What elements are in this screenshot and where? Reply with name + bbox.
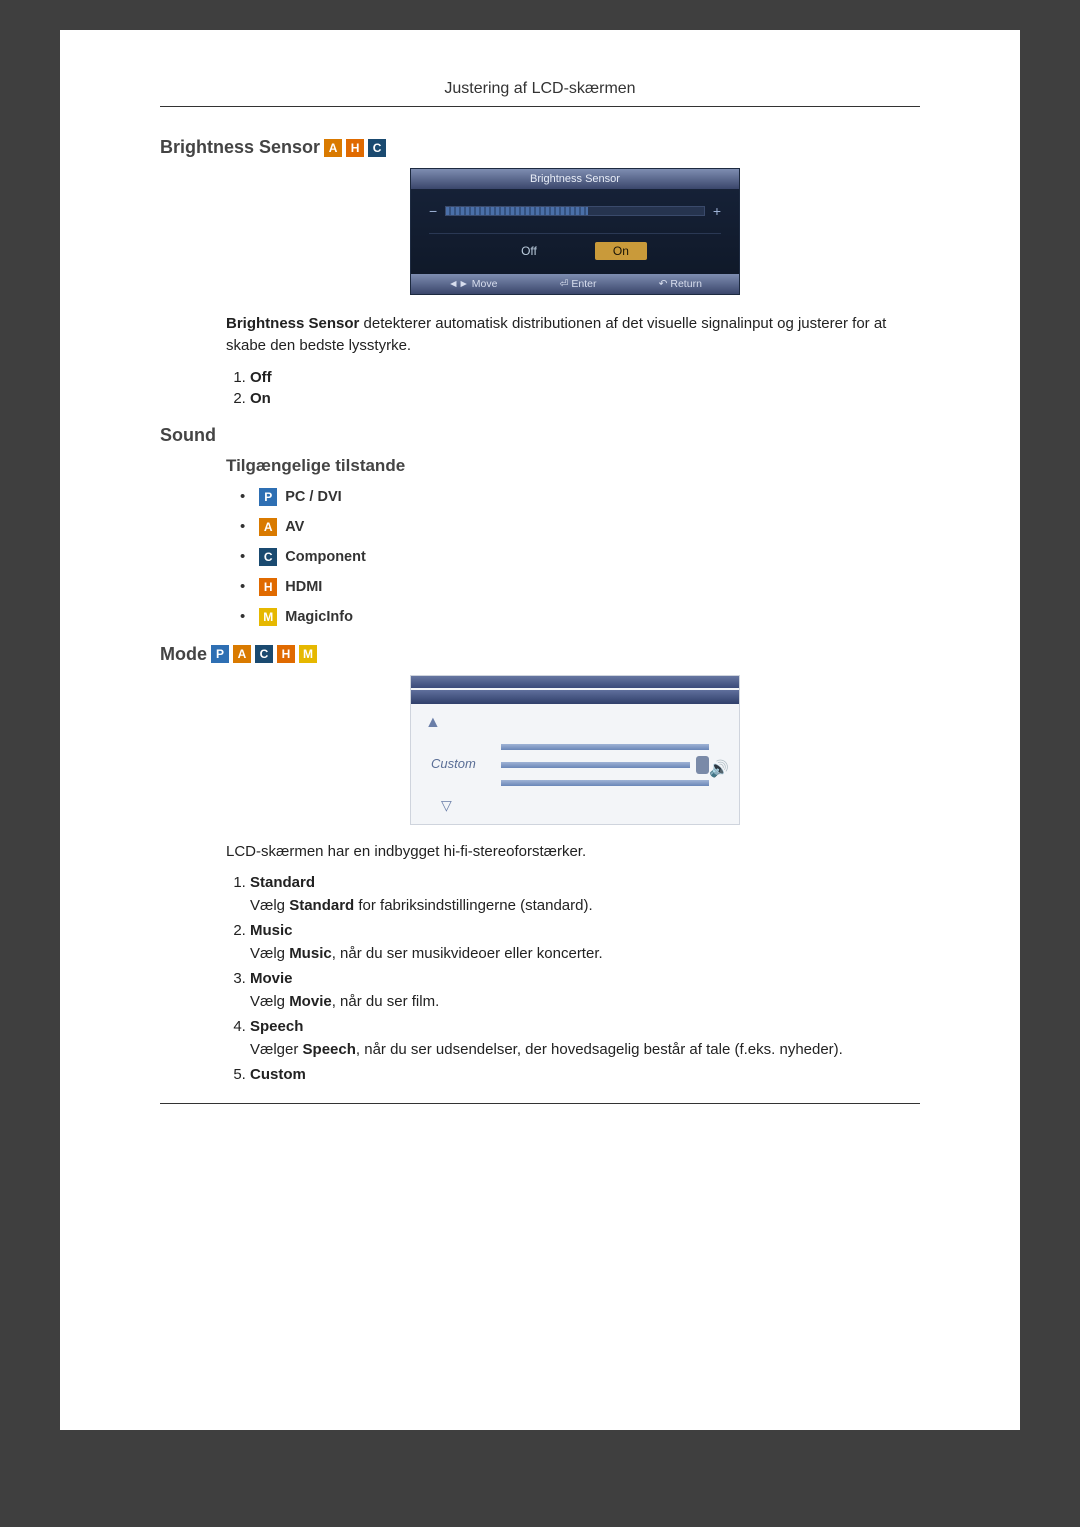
mode-osd-figure: ▲ Custom 🔊 ▽ [410,675,740,825]
sound-label: Sound [160,425,216,446]
osd-foot-move: ◄► Move [448,278,497,290]
badge-m-icon: M [299,645,317,663]
osd-foot-enter: ⏎ Enter [560,278,597,290]
mode-label: PC / DVI [285,489,341,505]
badge-a-icon: A [324,139,342,157]
badge-c-icon: C [368,139,386,157]
mode-label: MagicInfo [285,609,353,625]
mode-figure-label: Custom [431,756,476,771]
osd-off-on-row: Off On [429,242,721,260]
osd-title: Brightness Sensor [411,169,739,189]
mode-item-hdmi: H HDMI [240,578,920,596]
mode-intro: LCD-skærmen har en indbygget hi-fi-stere… [226,841,920,863]
item-head: Music [250,922,293,939]
mode-title-label: Mode [160,644,207,665]
sound-subtitle: Tilgængelige tilstande [226,456,920,476]
item-head: Custom [250,1066,306,1083]
option-on: On [250,390,271,407]
section-sound-title: Sound [160,425,920,446]
item-head: Standard [250,874,315,891]
osd-footer: ◄► Move ⏎ Enter ↶ Return [411,274,739,294]
minus-icon: − [429,203,437,219]
list-item: Off [250,369,920,386]
badge-h-icon: H [346,139,364,157]
section-brightness-sensor-title: Brightness Sensor A H C [160,137,920,158]
badge-a-icon: A [233,645,251,663]
badge-h-icon: H [259,578,277,596]
badge-h-icon: H [277,645,295,663]
list-item-music: Music Vælg Music, når du ser musikvideoe… [250,922,920,962]
mode-label: Component [285,549,366,565]
page-title: Justering af LCD-skærmen [160,80,920,98]
brightness-options-list: Off On [250,369,920,407]
list-item-speech: Speech Vælger Speech, når du ser udsende… [250,1018,920,1058]
mode-label: AV [285,519,304,535]
mode-item-av: A AV [240,518,920,536]
mode-figure-sliders [501,744,709,786]
list-item-custom: Custom [250,1066,920,1083]
list-item-movie: Movie Vælg Movie, når du ser film. [250,970,920,1010]
brightness-sensor-label: Brightness Sensor [160,137,320,158]
mode-label: HDMI [285,579,322,595]
badge-c-icon: C [255,645,273,663]
modes-list: P PC / DVI A AV C Component H HDMI M Mag… [240,488,920,626]
brightness-osd-figure: Brightness Sensor − + Off On ◄► Move ⏎ E… [410,168,920,295]
osd-foot-return: ↶ Return [659,278,702,290]
item-desc: Vælg Standard for fabriksindstillingerne… [250,897,920,914]
badge-p-icon: P [211,645,229,663]
badge-a-icon: A [259,518,277,536]
option-off: Off [250,369,272,386]
header-rule [160,106,920,107]
osd-off-option: Off [503,242,555,260]
footer-rule [160,1103,920,1104]
chevron-down-icon: ▽ [441,797,452,814]
item-head: Speech [250,1018,303,1035]
list-item: On [250,390,920,407]
slider-track [445,206,705,216]
osd-on-option: On [595,242,647,260]
chevron-up-icon: ▲ [425,714,725,732]
item-desc: Vælger Speech, når du ser udsendelser, d… [250,1041,920,1058]
item-desc: Vælg Movie, når du ser film. [250,993,920,1010]
brightness-description: Brightness Sensor detekterer automatisk … [226,313,920,357]
badge-p-icon: P [259,488,277,506]
list-item-standard: Standard Vælg Standard for fabriksindsti… [250,874,920,914]
speaker-icon: 🔊 [709,759,729,779]
plus-icon: + [713,203,721,219]
mode-item-component: C Component [240,548,920,566]
mode-item-pc-dvi: P PC / DVI [240,488,920,506]
osd-slider: − + [429,203,721,219]
section-mode-title: Mode P A C H M [160,644,920,665]
badge-m-icon: M [259,608,277,626]
brightness-description-bold: Brightness Sensor [226,315,359,332]
item-head: Movie [250,970,293,987]
mode-item-magicinfo: M MagicInfo [240,608,920,626]
document-page: Justering af LCD-skærmen Brightness Sens… [60,30,1020,1430]
badge-c-icon: C [259,548,277,566]
mode-items-list: Standard Vælg Standard for fabriksindsti… [250,874,920,1083]
item-desc: Vælg Music, når du ser musikvideoer elle… [250,945,920,962]
